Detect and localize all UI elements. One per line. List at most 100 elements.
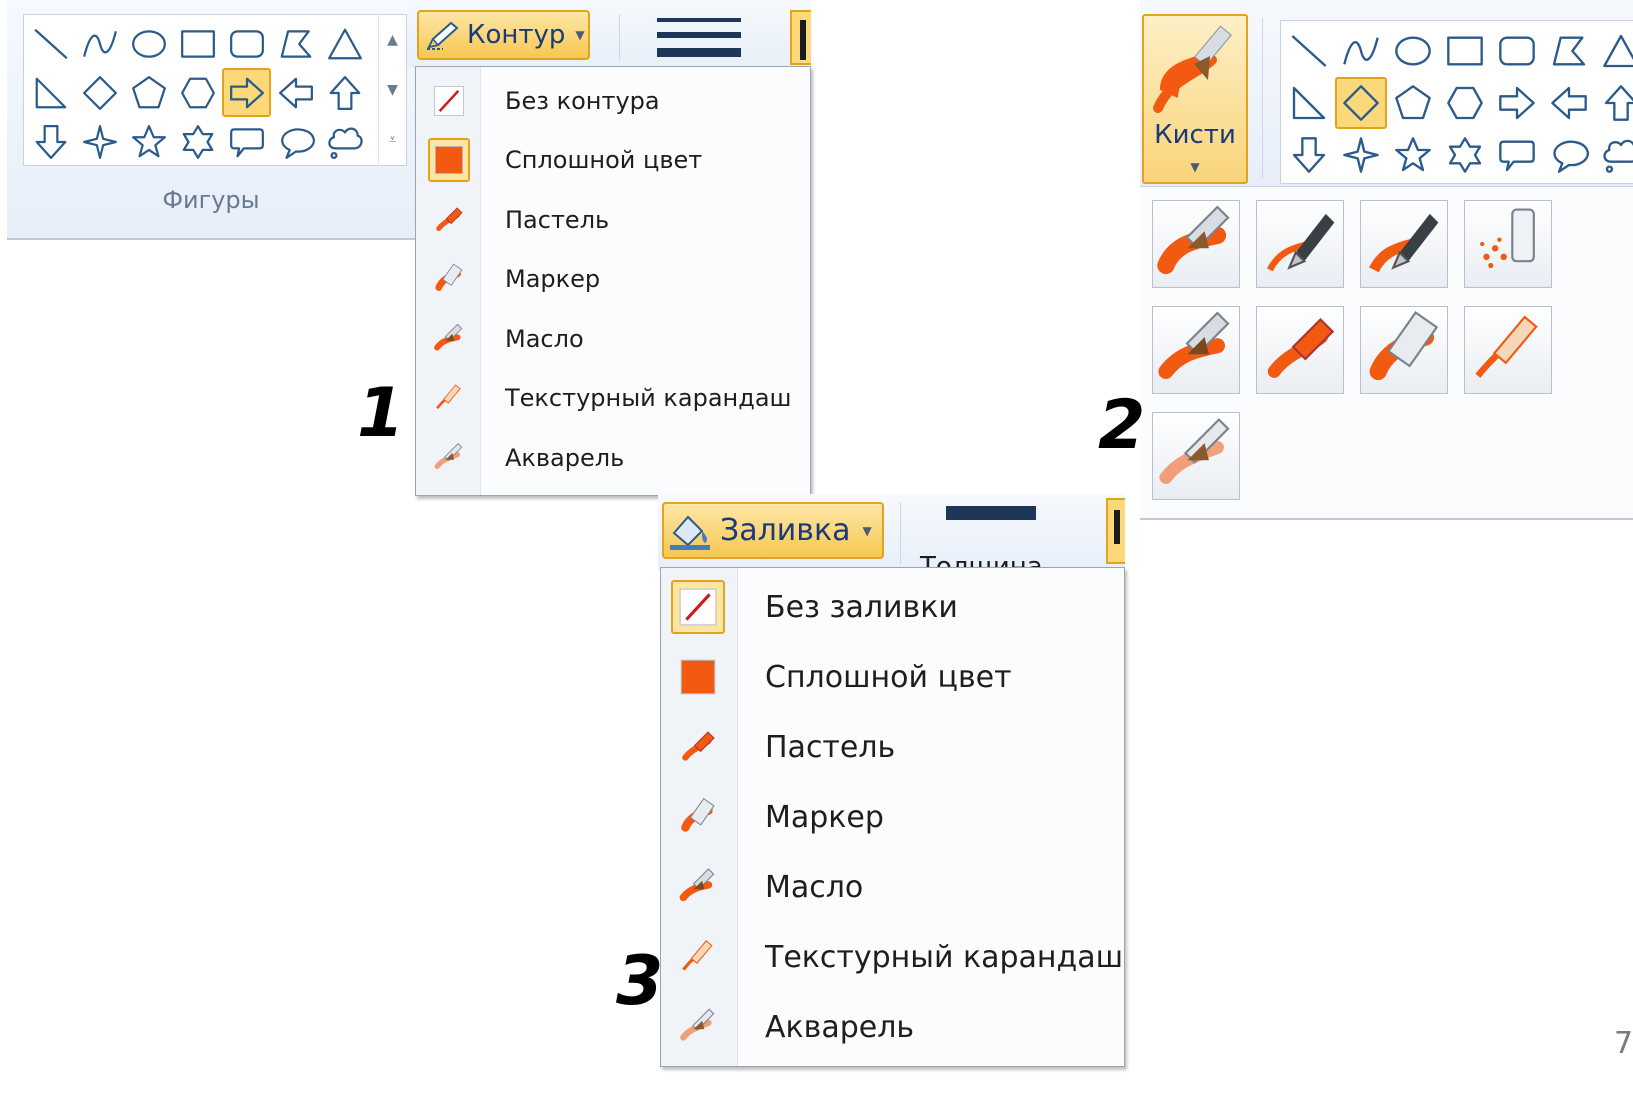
- gallery-expand-button[interactable]: ⩡: [379, 115, 406, 165]
- fill-button-label: Заливка: [720, 513, 851, 548]
- outline-menu-item[interactable]: Сплошной цвет: [416, 131, 810, 190]
- cloud-callout-icon[interactable]: [1595, 129, 1633, 181]
- right-triangle-icon[interactable]: [1283, 77, 1335, 129]
- rectangle-icon[interactable]: [1439, 25, 1491, 77]
- calligraphy-brush-1-icon[interactable]: [1256, 200, 1344, 288]
- oval-icon[interactable]: [124, 19, 173, 68]
- brushes-button[interactable]: Кисти ▼: [1142, 14, 1248, 184]
- crayon-icon[interactable]: [1256, 306, 1344, 394]
- hexagon-icon[interactable]: [1439, 77, 1491, 129]
- rounded-rectangle-icon[interactable]: [222, 19, 271, 68]
- outline-menu-item[interactable]: Без контура: [416, 71, 810, 130]
- thickness-icon[interactable]: [946, 506, 1036, 520]
- fill-menu-item[interactable]: Акварель: [661, 992, 1124, 1062]
- natural-pencil-icon[interactable]: [1464, 306, 1552, 394]
- rounded-callout-icon[interactable]: [222, 117, 271, 166]
- hexagon-icon[interactable]: [173, 68, 222, 117]
- six-point-star-icon[interactable]: [173, 117, 222, 166]
- oval-callout-icon[interactable]: [271, 117, 320, 166]
- five-point-star-icon[interactable]: [1387, 129, 1439, 181]
- oil-brush-icon[interactable]: [1152, 306, 1240, 394]
- curve-icon[interactable]: [75, 19, 124, 68]
- oil-brush-icon: [671, 860, 725, 914]
- fill-menu-item-label: Масло: [765, 869, 864, 905]
- outline-pencil-icon: [425, 19, 461, 51]
- curve-icon[interactable]: [1335, 25, 1387, 77]
- outline-menu-item[interactable]: Масло: [416, 309, 810, 368]
- fill-menu-item[interactable]: Текстурный карандаш: [661, 922, 1124, 992]
- polygon-icon[interactable]: [1543, 25, 1595, 77]
- shapes-group-label: Фигуры: [162, 186, 260, 214]
- scroll-down-button[interactable]: ▼: [379, 65, 406, 115]
- step-three-label: 3: [616, 942, 664, 1021]
- down-arrow-icon[interactable]: [1283, 129, 1335, 181]
- separator: [1262, 18, 1263, 178]
- outline-menu-item-label: Масло: [505, 324, 584, 353]
- diamond-icon[interactable]: [75, 68, 124, 117]
- rounded-rectangle-icon[interactable]: [1491, 25, 1543, 77]
- color-1-button[interactable]: [790, 10, 811, 65]
- up-arrow-icon[interactable]: [320, 68, 369, 117]
- four-point-star-icon[interactable]: [75, 117, 124, 166]
- fill-button[interactable]: Заливка ▼: [662, 502, 884, 559]
- six-point-star-icon[interactable]: [1439, 129, 1491, 181]
- thickness-icon[interactable]: [657, 18, 741, 58]
- right-triangle-icon[interactable]: [26, 68, 75, 117]
- line-icon[interactable]: [1283, 25, 1335, 77]
- cloud-callout-icon[interactable]: [320, 117, 369, 166]
- down-arrow-icon[interactable]: [26, 117, 75, 166]
- oil-brush-icon: [428, 317, 470, 361]
- left-arrow-icon[interactable]: [271, 68, 320, 117]
- outline-menu-item-label: Сплошной цвет: [505, 146, 703, 174]
- airbrush-icon[interactable]: [1464, 200, 1552, 288]
- outline-menu-item-label: Текстурный карандаш: [505, 384, 792, 412]
- fill-menu-item[interactable]: Пастель: [661, 712, 1124, 782]
- watercolor-brush-icon: [428, 436, 470, 480]
- fill-menu-item[interactable]: Без заливки: [661, 572, 1124, 642]
- separator: [900, 502, 901, 564]
- outline-menu-item[interactable]: Текстурный карандаш: [416, 369, 810, 428]
- crayon-icon: [428, 198, 470, 242]
- outline-menu-item[interactable]: Пастель: [416, 190, 810, 249]
- outline-menu-item-label: Пастель: [505, 205, 610, 234]
- rectangle-icon[interactable]: [173, 19, 222, 68]
- fill-menu-item[interactable]: Маркер: [661, 782, 1124, 852]
- outline-menu-item-label: Маркер: [505, 265, 601, 293]
- outline-menu-item[interactable]: Акварель: [416, 428, 810, 487]
- up-arrow-icon[interactable]: [1595, 77, 1633, 129]
- right-arrow-icon[interactable]: [1491, 77, 1543, 129]
- solid-color-icon: [671, 650, 725, 704]
- color-1-button[interactable]: [1106, 498, 1125, 564]
- scroll-up-button[interactable]: ▲: [379, 15, 406, 65]
- pentagon-icon[interactable]: [124, 68, 173, 117]
- oval-icon[interactable]: [1387, 25, 1439, 77]
- calligraphy-brush-2-icon[interactable]: [1360, 200, 1448, 288]
- line-icon[interactable]: [26, 19, 75, 68]
- chevron-down-icon: ▼: [575, 28, 585, 42]
- outline-menu-item[interactable]: Маркер: [416, 250, 810, 309]
- diamond-icon[interactable]: [1335, 77, 1387, 129]
- four-point-star-icon[interactable]: [1335, 129, 1387, 181]
- rounded-callout-icon[interactable]: [1491, 129, 1543, 181]
- brush-icon[interactable]: [1152, 200, 1240, 288]
- fill-menu-item[interactable]: Сплошной цвет: [661, 642, 1124, 712]
- outline-button[interactable]: Контур ▼: [417, 10, 590, 60]
- right-arrow-icon[interactable]: [222, 68, 271, 117]
- outline-menu-item-label: Без контура: [505, 86, 660, 115]
- fill-menu-item[interactable]: Масло: [661, 852, 1124, 922]
- triangle-icon[interactable]: [320, 19, 369, 68]
- watercolor-brush-icon[interactable]: [1152, 412, 1240, 500]
- polygon-icon[interactable]: [271, 19, 320, 68]
- five-point-star-icon[interactable]: [124, 117, 173, 166]
- natural-pencil-icon: [671, 930, 725, 984]
- outline-menu: Без контура Сплошной цвет Пастель Маркер Мас…: [415, 66, 811, 496]
- triangle-icon[interactable]: [1595, 25, 1633, 77]
- left-arrow-icon[interactable]: [1543, 77, 1595, 129]
- outline-button-label: Контур: [467, 20, 566, 50]
- outline-toolbar-strip: Контур ▼: [407, 0, 811, 67]
- marker-icon[interactable]: [1360, 306, 1448, 394]
- gallery-scrollbar: ▲ ▼ ⩡: [378, 15, 406, 165]
- pentagon-icon[interactable]: [1387, 77, 1439, 129]
- oval-callout-icon[interactable]: [1543, 129, 1595, 181]
- marker-icon: [671, 790, 725, 844]
